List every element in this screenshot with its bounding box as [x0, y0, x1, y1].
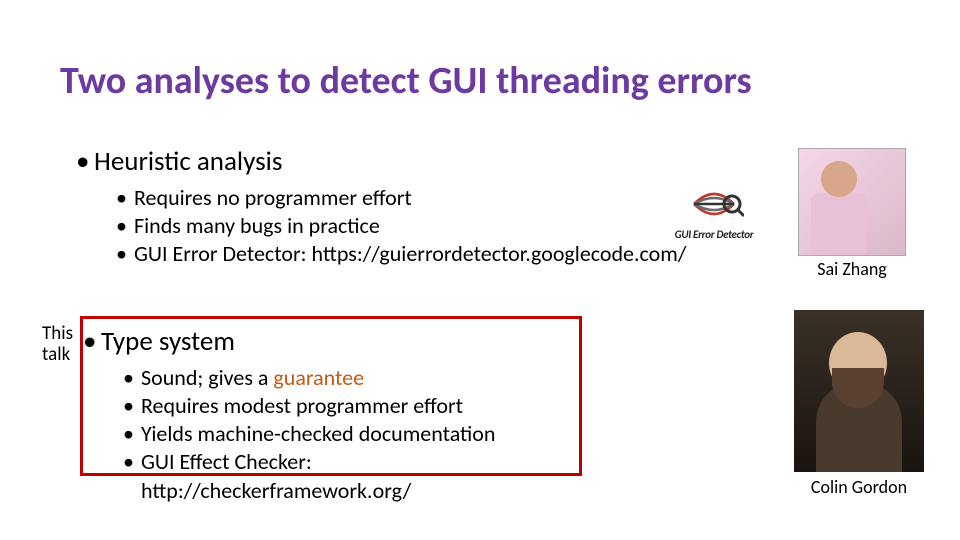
heuristic-heading-text: Heuristic analysis [94, 145, 282, 178]
gui-error-detector-logo: GUI Error Detector [644, 182, 784, 254]
caption-sai-zhang: Sai Zhang [798, 258, 906, 280]
heuristic-heading: •Heuristic analysis [76, 145, 776, 178]
li-pre: Yields machine-checked documentation [141, 420, 495, 447]
photo-sai-zhang [798, 148, 906, 256]
this-talk-line2: talk [42, 343, 70, 366]
type-list: Sound; gives a guarantee Requires modest… [83, 364, 571, 505]
li-em: guarantee [273, 364, 364, 391]
this-talk-label: This talk [42, 324, 73, 366]
bullet-icon: • [83, 325, 101, 358]
slide: Two analyses to detect GUI threading err… [0, 0, 960, 540]
photo-colin-gordon [794, 310, 924, 472]
bullet-icon: • [76, 145, 94, 178]
li-pre: GUI Effect Checker: http://checkerframew… [141, 448, 411, 503]
li-pre: Requires modest programmer effort [141, 392, 463, 419]
type-system-callout: •Type system Sound; gives a guarantee Re… [80, 316, 582, 476]
detector-logo-icon [684, 182, 744, 226]
slide-title: Two analyses to detect GUI threading err… [60, 58, 920, 104]
this-talk-line1: This [42, 322, 73, 345]
li-pre: Sound; gives a [141, 364, 273, 391]
list-item: GUI Effect Checker: http://checkerframew… [123, 448, 571, 504]
logo-text: GUI Error Detector [644, 228, 784, 241]
list-item: Requires modest programmer effort [123, 392, 571, 420]
type-heading: •Type system [83, 325, 571, 358]
list-item: Sound; gives a guarantee [123, 364, 571, 392]
type-heading-text: Type system [101, 325, 235, 358]
caption-colin-gordon: Colin Gordon [788, 476, 930, 498]
list-item: Yields machine-checked documentation [123, 420, 571, 448]
